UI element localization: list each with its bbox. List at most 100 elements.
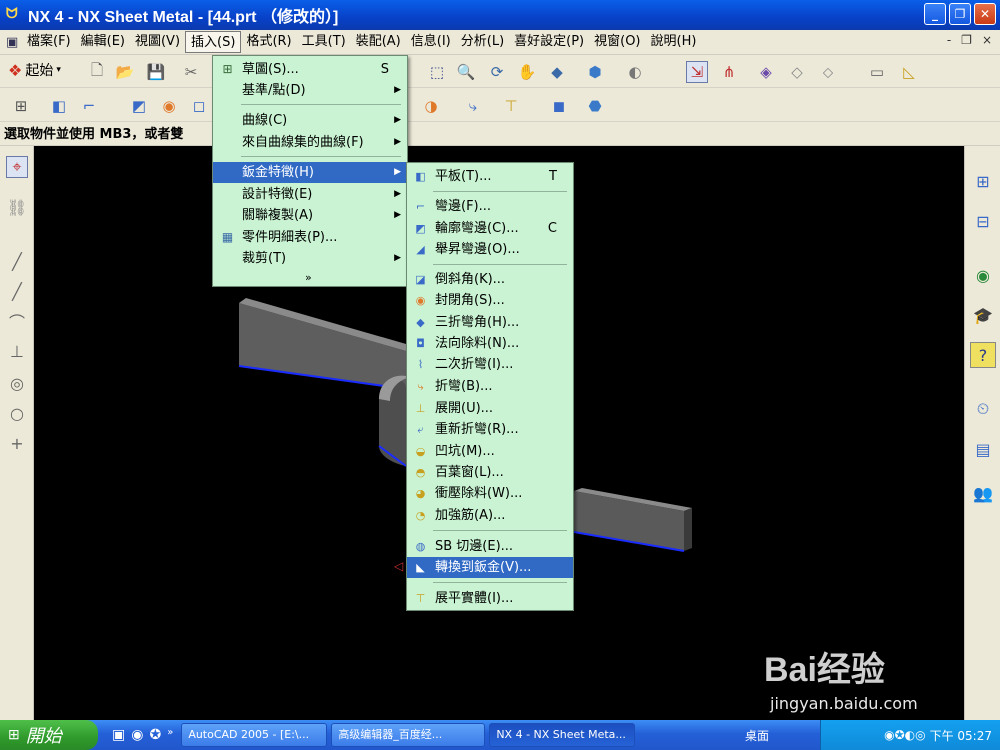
arc-icon[interactable]: ⌒ — [6, 310, 28, 332]
menu-insert[interactable]: 插入(S) — [185, 31, 242, 53]
menu-information[interactable]: 信息(I) — [406, 31, 456, 53]
sm-normal-cutout-item[interactable]: ◘ 法向除料(N)... — [407, 333, 573, 354]
roles-icon[interactable]: 👥 — [970, 480, 996, 506]
mdi-minimize-button[interactable]: - — [947, 33, 951, 47]
new-file-icon[interactable]: 🗋 — [86, 61, 108, 83]
fit-view-icon[interactable]: ⬚ — [426, 61, 448, 83]
wcs-icon[interactable]: ⇲ — [686, 61, 708, 83]
solid-feature-icon[interactable]: ◑ — [420, 95, 442, 117]
history-icon[interactable]: ⏲ — [970, 396, 996, 422]
rotate-icon[interactable]: ⟳ — [486, 61, 508, 83]
minimize-button[interactable]: _ — [924, 3, 946, 25]
flat-solid-icon[interactable]: ⊤ — [500, 95, 522, 117]
shading-icon[interactable]: ◆ — [546, 61, 568, 83]
measure-distance-icon[interactable]: ▭ — [866, 61, 888, 83]
bend-tool-icon[interactable]: ⤷ — [462, 95, 484, 117]
mdi-close-button[interactable]: × — [982, 33, 992, 47]
feature-tool-icon[interactable]: ◻ — [188, 95, 210, 117]
menu-edit[interactable]: 編輯(E) — [76, 31, 130, 53]
insert-curve-from-curves-item[interactable]: 來自曲線集的曲線(F) ▶ — [213, 132, 407, 153]
layer-icon[interactable]: ◈ — [755, 61, 777, 83]
emboss-icon[interactable]: ◼ — [548, 95, 570, 117]
menu-help[interactable]: 說明(H) — [646, 31, 702, 53]
menu-file[interactable]: 檔案(F) — [22, 31, 76, 53]
sm-lofted-flange-item[interactable]: ◢ 舉昇彎邊(O)... — [407, 239, 573, 260]
taskbar-nx[interactable]: NX 4 - NX Sheet Meta... — [489, 723, 636, 747]
corner-tool-icon[interactable]: ◉ — [158, 95, 180, 117]
menu-view[interactable]: 視圖(V) — [130, 31, 185, 53]
qq-icon[interactable]: ✪ — [149, 727, 161, 743]
measure-angle-icon[interactable]: ◺ — [898, 61, 920, 83]
sm-rebend-item[interactable]: ⤶ 重新折彎(R)... — [407, 419, 573, 440]
insert-parts-list-item[interactable]: ▦ 零件明細表(P)... — [213, 227, 407, 248]
close-button[interactable]: ✕ — [974, 3, 996, 25]
sm-chamfer-item[interactable]: ◪ 倒斜角(K)... — [407, 269, 573, 290]
sm-louver-item[interactable]: ◓ 百葉窗(L)... — [407, 462, 573, 483]
insert-datum-item[interactable]: 基準/點(D) ▶ — [213, 80, 407, 101]
sm-sb-trim-item[interactable]: ◍ SB 切邊(E)... — [407, 536, 573, 557]
menu-window[interactable]: 視窗(O) — [589, 31, 645, 53]
sm-joggle-item[interactable]: ⌇ 二次折彎(I)... — [407, 354, 573, 375]
assembly-navigator-icon[interactable]: ⊞ — [970, 168, 996, 194]
circle-2-icon[interactable]: ○ — [6, 402, 28, 424]
point-icon[interactable]: + — [6, 432, 28, 454]
wcs-orient-icon[interactable]: ⋔ — [718, 61, 740, 83]
select-icon[interactable]: ⌖ — [6, 156, 28, 178]
menu-analysis[interactable]: 分析(L) — [456, 31, 509, 53]
show-hide-icon[interactable]: ◇ — [786, 61, 808, 83]
training-icon[interactable]: 🎓 — [970, 302, 996, 328]
circle-icon[interactable]: ◎ — [6, 372, 28, 394]
sm-convert-to-sheet-metal-item[interactable]: ◣ 轉換到鈑金(V)... — [407, 557, 573, 578]
sm-unbend-item[interactable]: ⊥ 展開(U)... — [407, 398, 573, 419]
sm-drawn-cutout-item[interactable]: ◕ 衝壓除料(W)... — [407, 483, 573, 504]
blank-icon[interactable]: ⬦ — [817, 61, 839, 83]
flange-tool-icon[interactable]: ⌐ — [78, 95, 100, 117]
taskbar-autocad[interactable]: AutoCAD 2005 - [E:\... — [181, 723, 328, 747]
sketch-tool-icon[interactable]: ⊞ — [10, 95, 32, 117]
maximize-button[interactable]: ❐ — [949, 3, 971, 25]
sm-closed-corner-item[interactable]: ◉ 封閉角(S)... — [407, 290, 573, 311]
mdi-restore-button[interactable]: ❐ — [961, 33, 972, 47]
tab-tool-icon[interactable]: ◧ — [48, 95, 70, 117]
view-orient-icon[interactable]: ⬢ — [584, 61, 606, 83]
start-button[interactable]: ⊞ 開始 — [0, 720, 98, 750]
sm-three-bend-corner-item[interactable]: ◆ 三折彎角(H)... — [407, 312, 573, 333]
sm-dimple-item[interactable]: ◒ 凹坑(M)... — [407, 441, 573, 462]
palette-icon[interactable]: ▤ — [970, 436, 996, 462]
part-navigator-icon[interactable]: ⊟ — [970, 208, 996, 234]
insert-associative-copy-item[interactable]: 關聯複製(A) ▶ — [213, 205, 407, 226]
zoom-icon[interactable]: 🔍 — [455, 61, 477, 83]
sm-tab-item[interactable]: ◧ 平板(T)... T — [407, 166, 573, 187]
desktop-toolbar-label[interactable]: 桌面 — [745, 727, 769, 744]
sm-flat-solid-item[interactable]: ⊤ 展平實體(I)... — [407, 588, 573, 609]
tangent-icon[interactable]: ⊥ — [6, 340, 28, 362]
open-folder-icon[interactable]: 📂 — [114, 61, 136, 83]
render-style-icon[interactable]: ◐ — [624, 61, 646, 83]
insert-curve-item[interactable]: 曲線(C) ▶ — [213, 110, 407, 131]
chrome-icon[interactable]: ◉ — [131, 727, 143, 743]
insert-sheet-metal-feature-item[interactable]: 鈑金特徵(H) ▶ — [213, 162, 407, 183]
help-icon[interactable]: ? — [970, 342, 996, 368]
line-icon[interactable]: ╱ — [6, 250, 28, 272]
web-browser-icon[interactable]: ◉ — [970, 262, 996, 288]
convert-icon[interactable]: ⬣ — [584, 95, 606, 117]
clock[interactable]: 下午 05:27 — [930, 727, 992, 744]
cut-icon[interactable]: ✂ — [180, 61, 202, 83]
pan-icon[interactable]: ✋ — [516, 61, 538, 83]
menu-assemblies[interactable]: 裝配(A) — [351, 31, 406, 53]
expand-menu-button[interactable]: » — [213, 267, 407, 288]
sm-bead-item[interactable]: ◔ 加強筋(A)... — [407, 505, 573, 526]
insert-design-feature-item[interactable]: 設計特徵(E) ▶ — [213, 184, 407, 205]
contour-flange-icon[interactable]: ◩ — [128, 95, 150, 117]
sm-flange-item[interactable]: ⌐ 彎邊(F)... — [407, 196, 573, 217]
insert-sketch-item[interactable]: ⊞ 草圖(S)... S — [213, 59, 407, 80]
desktop-icon[interactable]: ▣ — [112, 727, 125, 743]
sm-contour-flange-item[interactable]: ◩ 輪廓彎邊(C)... C — [407, 218, 573, 239]
line-2-icon[interactable]: ╱ — [6, 280, 28, 302]
taskbar-baidu-editor[interactable]: 高级编辑器_百度经... — [331, 723, 486, 747]
sm-bend-item[interactable]: ⤷ 折彎(B)... — [407, 376, 573, 397]
start-application-button[interactable]: ❖ 起始 ▾ — [8, 60, 61, 80]
save-icon[interactable]: 💾 — [145, 61, 167, 83]
menu-preferences[interactable]: 喜好設定(P) — [509, 31, 589, 53]
snap-icon[interactable]: ⛓ — [6, 196, 28, 218]
